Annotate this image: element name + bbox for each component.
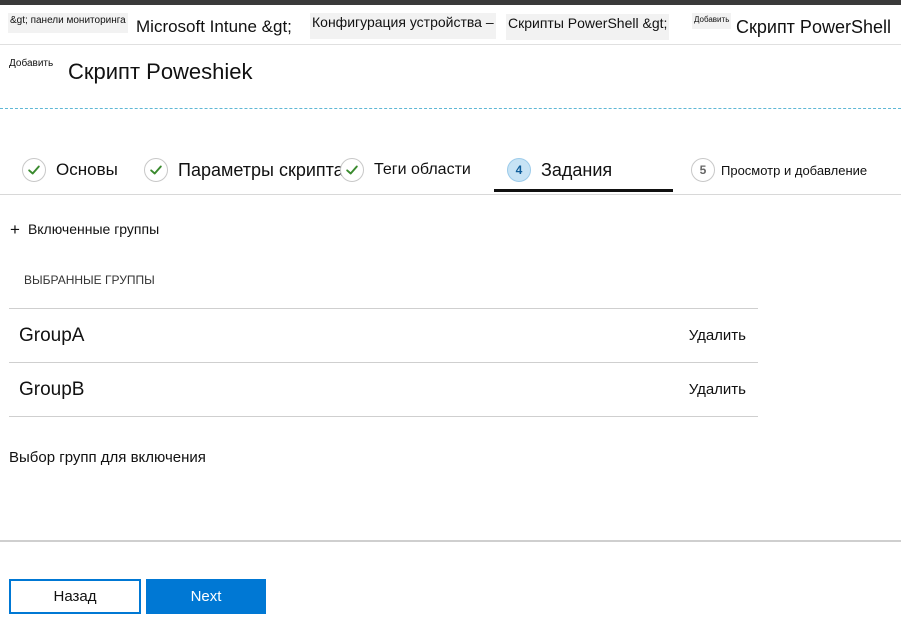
breadcrumb-dashboard[interactable]: &gt; панели мониторинга (8, 13, 128, 33)
step-label: Теги области (374, 161, 471, 178)
selected-groups-header: ВЫБРАННЫЕ ГРУППЫ (24, 273, 155, 287)
breadcrumb-intune[interactable]: Microsoft Intune &gt; (136, 14, 292, 40)
step-label: Основы (56, 160, 118, 179)
breadcrumb-powershell-scripts[interactable]: Скрипты PowerShell &gt; (506, 14, 670, 40)
steps-divider (0, 194, 901, 195)
page-title-prefix: Добавить (9, 58, 54, 69)
step-script-settings[interactable]: Параметры скрипта (144, 155, 344, 185)
top-bar (0, 0, 901, 5)
add-included-groups-label: Включенные группы (27, 221, 160, 237)
back-button[interactable]: Назад (9, 579, 141, 614)
select-groups-link[interactable]: Выбор групп для включения (9, 449, 206, 466)
checkmark-icon (22, 158, 46, 182)
plus-icon: + (10, 219, 20, 239)
selected-groups-table: GroupA Удалить GroupB Удалить (9, 308, 758, 417)
step-scope-tags[interactable]: Теги области (340, 155, 471, 185)
step-number-badge: 4 (507, 158, 531, 182)
add-included-groups-button[interactable]: + Включенные группы (10, 219, 159, 239)
group-name: GroupB (19, 378, 85, 400)
table-row: GroupB Удалить (9, 362, 758, 417)
step-assignments[interactable]: 4 Задания (507, 155, 612, 185)
footer-divider (0, 540, 901, 542)
header-divider (0, 108, 901, 109)
breadcrumb-current: Скрипт PowerShell (736, 16, 891, 37)
step-label: Задания (541, 159, 613, 180)
page-title: Скрипт Poweshiek (68, 59, 253, 84)
step-number-badge: 5 (691, 158, 715, 182)
step-label: Параметры скрипта (178, 159, 344, 180)
remove-group-button[interactable]: Удалить (689, 381, 746, 398)
breadcrumb-device-config[interactable]: Конфигурация устройства – (310, 13, 496, 39)
checkmark-icon (144, 158, 168, 182)
table-row: GroupA Удалить (9, 308, 758, 362)
step-label: Просмотр и добавление (721, 162, 868, 178)
active-step-indicator (494, 189, 673, 192)
step-basics[interactable]: Основы (22, 155, 118, 185)
next-button[interactable]: Next (146, 579, 266, 614)
breadcrumb-divider (0, 44, 901, 45)
remove-group-button[interactable]: Удалить (689, 327, 746, 344)
breadcrumb-add: Добавить (692, 13, 732, 29)
group-name: GroupA (19, 324, 85, 346)
step-review-add[interactable]: 5 Просмотр и добавление (691, 155, 867, 185)
checkmark-icon (340, 158, 364, 182)
